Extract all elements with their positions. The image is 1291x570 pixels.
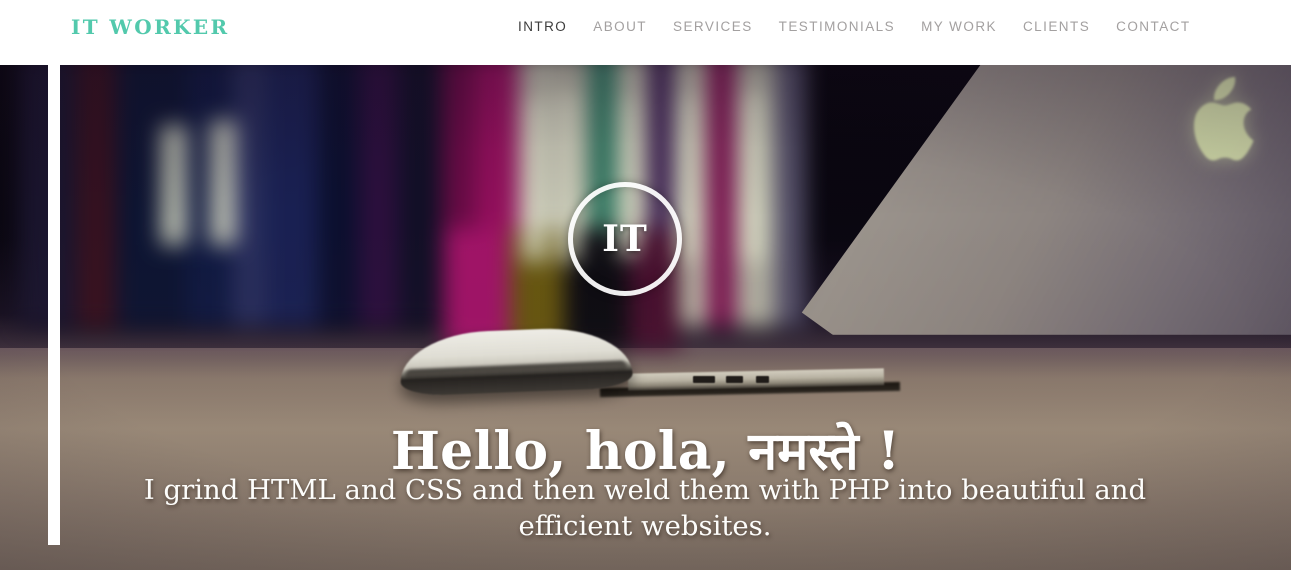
main-navigation: INTRO ABOUT SERVICES TESTIMONIALS MY WOR…: [505, 19, 1204, 34]
site-header: IT WORKER INTRO ABOUT SERVICES TESTIMONI…: [0, 0, 1291, 65]
hero-subtitle: I grind HTML and CSS and then weld them …: [143, 474, 1147, 542]
nav-item-about[interactable]: ABOUT: [580, 19, 660, 34]
it-badge-label: IT: [602, 218, 648, 260]
hero-content: IT Hello, hola, नमस्ते ! I grind HTML an…: [0, 65, 1291, 570]
hero-section: IT Hello, hola, नमस्ते ! I grind HTML an…: [0, 65, 1291, 570]
nav-item-services[interactable]: SERVICES: [660, 19, 766, 34]
nav-item-clients[interactable]: CLIENTS: [1010, 19, 1103, 34]
nav-item-contact[interactable]: CONTACT: [1103, 19, 1203, 34]
it-circle-badge: IT: [568, 182, 682, 296]
nav-item-intro[interactable]: INTRO: [505, 19, 580, 34]
nav-item-testimonials[interactable]: TESTIMONIALS: [766, 19, 908, 34]
hero-title: Hello, hola, नमस्ते !: [390, 421, 901, 482]
brand-logo[interactable]: IT WORKER: [71, 15, 230, 39]
nav-item-my-work[interactable]: MY WORK: [908, 19, 1010, 34]
